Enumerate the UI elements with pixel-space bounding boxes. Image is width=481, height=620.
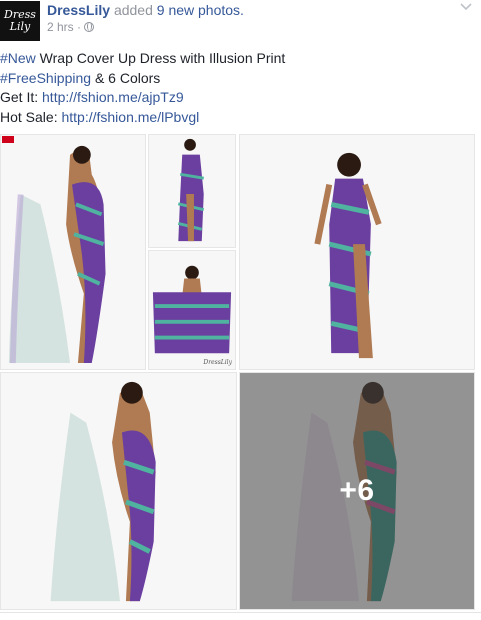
photo-watermark: DressLily [203, 359, 232, 366]
get-it-label: Get It: [0, 89, 43, 105]
post-meta: 2 hrs · [47, 20, 95, 34]
post-line-2: #FreeShipping & 6 Colors [0, 69, 481, 89]
photo-3-image [149, 251, 235, 369]
photo-2[interactable] [148, 134, 236, 248]
avatar-text-bottom: Lily [9, 20, 31, 33]
hot-sale-label: Hot Sale: [0, 108, 62, 125]
hashtag-freeshipping[interactable]: #FreeShipping [0, 70, 91, 86]
more-photos-overlay[interactable]: +6 [240, 373, 474, 609]
photo-4-image [240, 135, 474, 369]
post-line-1-text: Wrap Cover Up Dress with Illusion Print [35, 50, 286, 66]
post-line-4: Hot Sale: http://fshion.me/lPbvgl [0, 108, 481, 128]
photo-1-image [1, 135, 145, 369]
new-badge [2, 136, 14, 143]
photo-1[interactable] [0, 134, 146, 370]
action-text: added 9 new photos. [114, 2, 244, 18]
action-prefix: added [113, 2, 153, 18]
post-header: Dress Lily DressLily added 9 new photos.… [0, 0, 481, 46]
photo-5-image [1, 373, 236, 609]
more-photos-count: +6 [339, 474, 375, 507]
photo-3[interactable]: DressLily [148, 250, 236, 370]
chevron-down-icon[interactable] [459, 0, 473, 14]
hashtag-new[interactable]: #New [0, 50, 36, 66]
post-line-2-text: & 6 Colors [91, 69, 161, 86]
page-avatar[interactable]: Dress Lily [0, 1, 40, 41]
globe-icon [84, 22, 95, 32]
photo-5[interactable] [0, 372, 237, 610]
post-time-link[interactable]: 2 hrs · [47, 20, 81, 34]
photo-2-image [149, 135, 235, 247]
page-name-link[interactable]: DressLily [47, 2, 110, 18]
post-text: #New Wrap Cover Up Dress with Illusion P… [0, 49, 481, 127]
post-line-1: #New Wrap Cover Up Dress with Illusion P… [0, 49, 481, 69]
post-line-3: Get It: http://fshion.me/ajpTz9 [0, 88, 481, 108]
header-line: DressLily added 9 new photos. [47, 2, 244, 18]
get-it-link[interactable]: http://fshion.me/ajpTz9 [42, 89, 184, 105]
hot-sale-link[interactable]: http://fshion.me/lPbvgl [61, 109, 199, 125]
photo-6-more[interactable]: +6 [239, 372, 475, 610]
divider [0, 612, 481, 613]
photos-count-link[interactable]: 9 new photos. [157, 2, 244, 18]
photo-4[interactable] [239, 134, 475, 370]
